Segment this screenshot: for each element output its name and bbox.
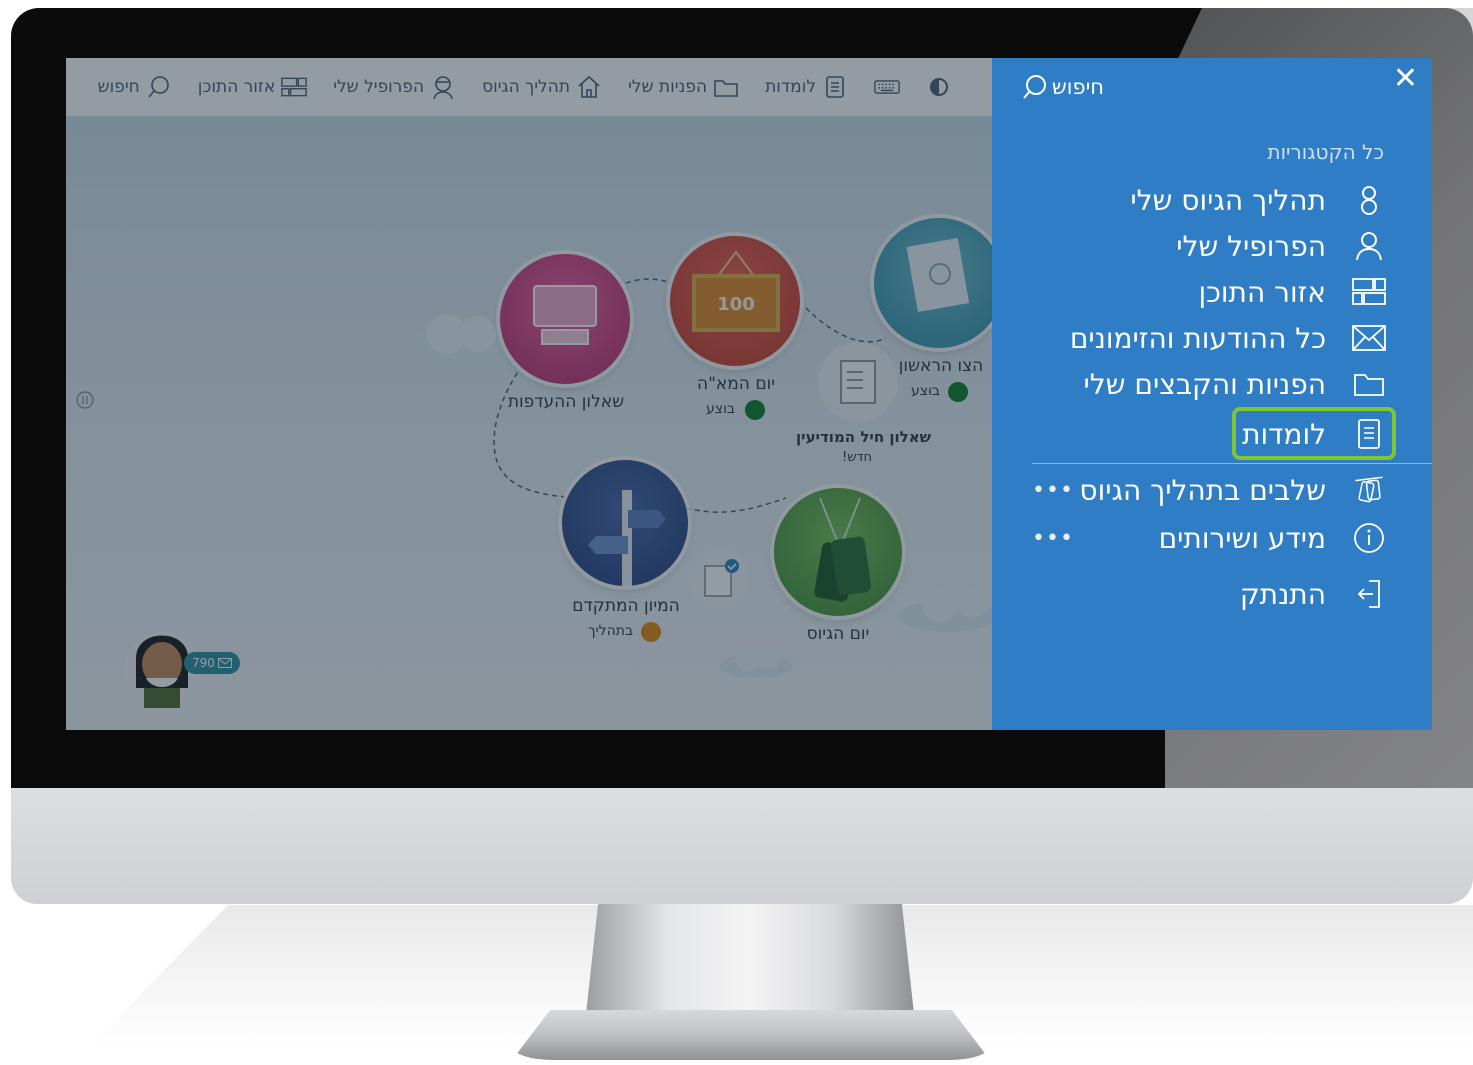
menu-item-messages[interactable]: כל ההודעות והזימונים: [1032, 316, 1386, 360]
categories-label: כל הקטגוריות: [1267, 140, 1384, 164]
close-menu-button[interactable]: ✕: [1393, 64, 1418, 94]
menu-item-label: שלבים בתהליך הגיוס: [1079, 473, 1326, 507]
menu-item-enlistment-stages[interactable]: שלבים בתהליך הגיוס •••: [1032, 468, 1386, 512]
menu-item-my-enlistment-process[interactable]: תהליך הגיוס שלי: [1032, 178, 1386, 222]
menu-item-content-area[interactable]: אזור התוכן: [1032, 270, 1386, 314]
envelope-icon: [1352, 321, 1386, 355]
menu-item-label: כל ההודעות והזימונים: [1069, 321, 1326, 355]
info-icon: [1352, 521, 1386, 555]
menu-item-label: מידע ושירותים: [1158, 521, 1326, 555]
more-button[interactable]: •••: [1032, 478, 1074, 503]
menu-item-label: הפניות והקבצים שלי: [1083, 367, 1326, 401]
monitor-base: [512, 1010, 990, 1060]
screen: לומדות הפניות שלי תהליך הגיוס הפרופיל של…: [66, 58, 1432, 730]
menu-divider: [1032, 463, 1432, 464]
menu-item-label: תהליך הגיוס שלי: [1130, 183, 1326, 217]
dim-overlay[interactable]: [66, 58, 992, 730]
menu-search-label: חיפוש: [1051, 75, 1104, 99]
menu-item-info-services[interactable]: מידע ושירותים •••: [1032, 516, 1386, 560]
dogtag-icon: [1352, 473, 1386, 507]
menu-item-my-profile[interactable]: הפרופיל שלי: [1032, 224, 1386, 268]
menu-search[interactable]: חיפוש: [1022, 74, 1104, 100]
content-area-icon: [1352, 275, 1386, 309]
user-icon: [1352, 229, 1386, 263]
more-button[interactable]: •••: [1032, 526, 1074, 551]
highlight-frame: [1232, 407, 1396, 460]
side-menu: ✕ חיפוש כל הקטגוריות תהליך הגיוס שלי הפר…: [992, 58, 1432, 730]
menu-item-label: הפרופיל שלי: [1176, 229, 1326, 263]
menu-item-label: אזור התוכן: [1198, 275, 1326, 309]
search-icon: [1023, 75, 1046, 99]
logout-icon: [1352, 577, 1386, 611]
journey-map: לומדות הפניות שלי תהליך הגיוס הפרופיל של…: [66, 58, 1004, 730]
process-icon: [1352, 183, 1386, 217]
menu-item-logout[interactable]: התנתק: [1032, 572, 1386, 616]
menu-item-referrals-files[interactable]: הפניות והקבצים שלי: [1032, 362, 1386, 406]
monitor-stand: [585, 903, 915, 1023]
menu-item-label: התנתק: [1239, 577, 1326, 611]
monitor-chin: [11, 780, 1473, 904]
folder-icon: [1352, 367, 1386, 401]
